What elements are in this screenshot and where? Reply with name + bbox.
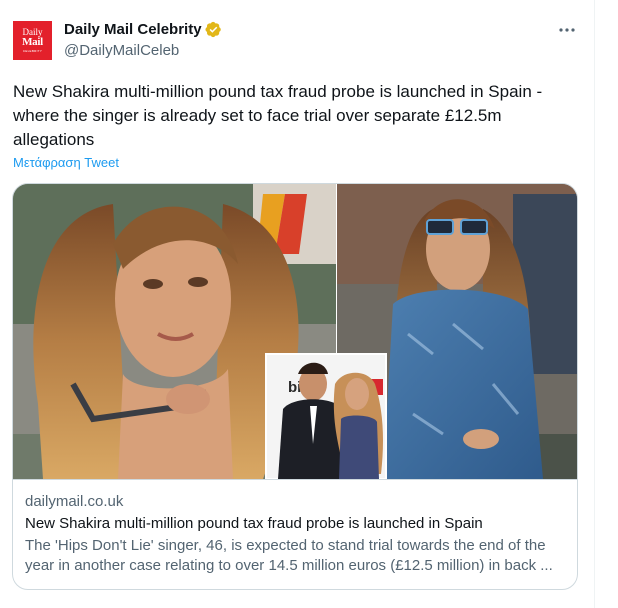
author-name-row: Daily Mail Celebrity xyxy=(64,21,222,38)
translate-tweet-link[interactable]: Μετάφραση Tweet xyxy=(13,155,119,170)
card-description: The 'Hips Don't Lie' singer, 46, is expe… xyxy=(25,537,553,574)
avatar-line-3: CELEBRITY xyxy=(22,49,43,53)
card-image[interactable]: billb xyxy=(13,184,577,479)
author-display-name[interactable]: Daily Mail Celebrity xyxy=(64,21,202,38)
tweet[interactable]: Daily Mail CELEBRITY Daily Mail Celebrit… xyxy=(0,0,594,608)
more-horizontal-icon[interactable] xyxy=(554,20,580,40)
card-title: New Shakira multi-million pound tax frau… xyxy=(25,515,483,532)
author-handle[interactable]: @DailyMailCeleb xyxy=(64,42,179,59)
avatar[interactable]: Daily Mail CELEBRITY xyxy=(13,21,52,60)
verified-badge-icon[interactable] xyxy=(205,21,222,38)
avatar-line-2: Mail xyxy=(22,36,43,48)
tweet-text: New Shakira multi-million pound tax frau… xyxy=(13,82,543,149)
link-card[interactable]: billb dailymail.co.uk New Shakira multi-… xyxy=(12,183,578,590)
card-info[interactable]: dailymail.co.uk New Shakira multi-millio… xyxy=(13,479,577,589)
column-divider xyxy=(594,0,595,608)
card-domain: dailymail.co.uk xyxy=(25,493,124,510)
inset-photo: billb xyxy=(265,353,387,479)
